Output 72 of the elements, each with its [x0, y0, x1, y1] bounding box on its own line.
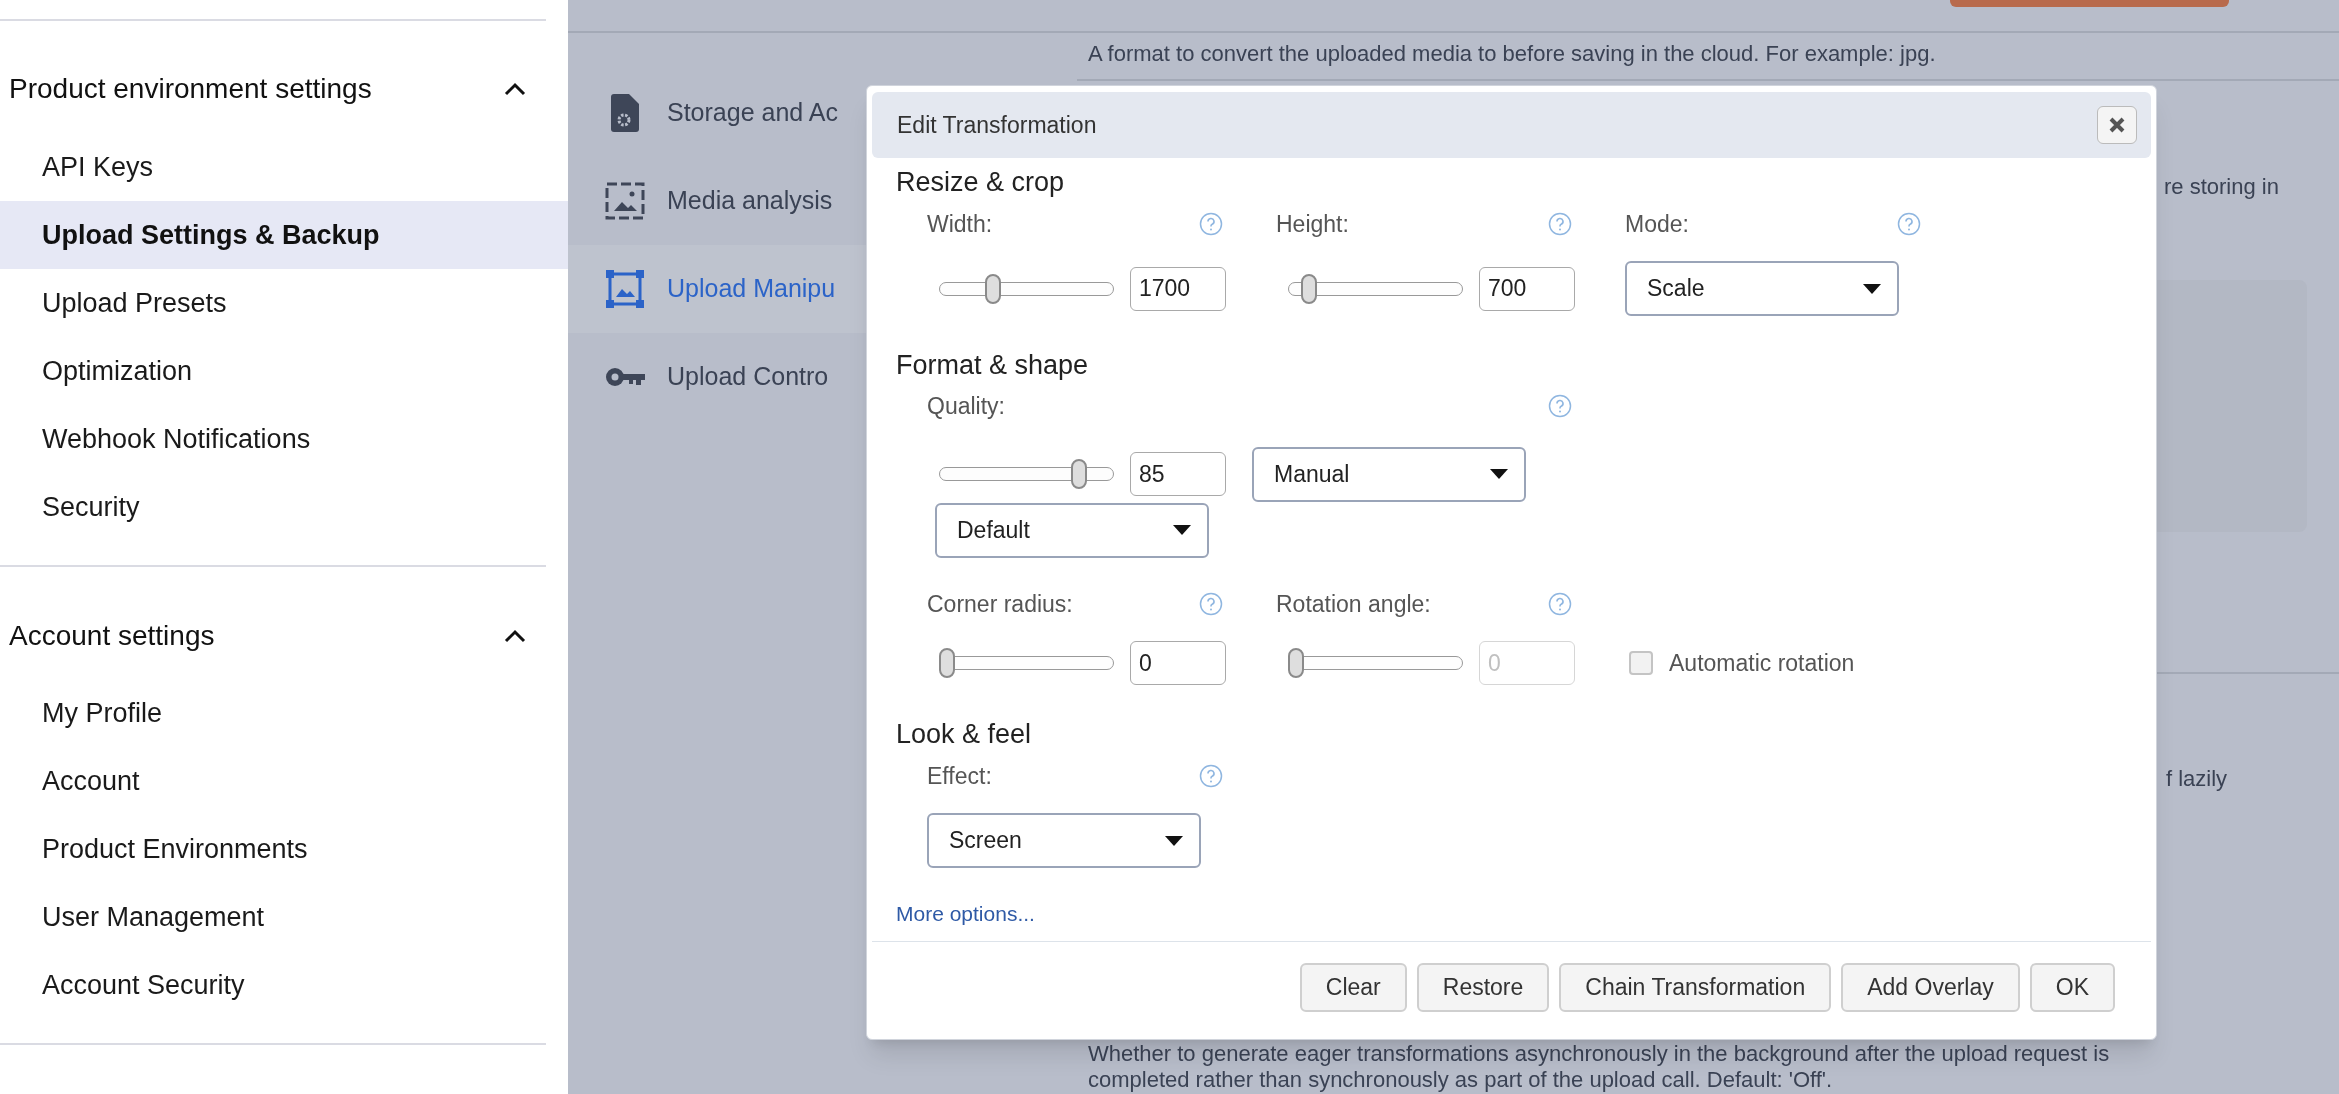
dropdown[interactable]: Scale: [1625, 261, 1899, 316]
key-icon: [605, 365, 645, 389]
sidebar-item[interactable]: Optimization: [0, 337, 568, 405]
slider[interactable]: [939, 648, 1114, 678]
slider-thumb[interactable]: [939, 648, 955, 678]
help-icon[interactable]: [1548, 394, 1572, 418]
caret-icon: [1863, 283, 1881, 294]
field-label: Effect:: [927, 761, 992, 791]
caret-icon: [1173, 525, 1191, 535]
chevron-icon[interactable]: [504, 82, 526, 96]
field-label: Rotation angle:: [1276, 589, 1431, 619]
file-gear-icon: [609, 94, 641, 132]
more-options-link[interactable]: More options...: [896, 902, 1035, 925]
slider[interactable]: [939, 273, 1114, 304]
close-icon: [2109, 117, 2125, 133]
sidebar-item[interactable]: User Management: [0, 883, 568, 951]
description-text: A format to convert the uploaded media to before saving in the cloud. For example: jpg.: [1088, 41, 1936, 67]
image-icon: [605, 182, 645, 220]
sidebar-item[interactable]: Security: [0, 473, 568, 541]
field-label: Width:: [927, 209, 993, 239]
chevron-icon[interactable]: [504, 629, 526, 643]
checkbox[interactable]: [1629, 651, 1653, 675]
sidebar-item[interactable]: Upload Presets: [0, 269, 568, 337]
dropdown[interactable]: Manual: [1252, 446, 1526, 502]
slider[interactable]: [939, 459, 1114, 489]
number-field[interactable]: 0: [1130, 641, 1226, 685]
help-icon[interactable]: [1199, 592, 1223, 616]
number-field[interactable]: 1700: [1130, 266, 1226, 311]
help-icon[interactable]: [1199, 212, 1223, 236]
dialog-title: Edit Transformation: [897, 110, 1097, 140]
section-heading: Product environment settings: [9, 72, 372, 106]
dialog-button[interactable]: Restore: [1416, 963, 1550, 1012]
description-text: Whether to generate eager transformations asynchronously in the background after the upload request is completed rather than synchronously as part of the upload call. Default: 'Off'.: [1088, 1041, 2110, 1093]
section-title: Resize & crop: [896, 166, 1065, 198]
description-text: re storing in: [2164, 174, 2279, 200]
frame-icon: [605, 269, 645, 309]
section-title: Format & shape: [896, 349, 1089, 381]
help-icon[interactable]: [1548, 212, 1572, 236]
dropdown[interactable]: Screen: [927, 813, 1201, 868]
section-heading: Account settings: [9, 619, 215, 653]
help-icon[interactable]: [1897, 212, 1921, 236]
dialog-button[interactable]: Clear: [1299, 963, 1407, 1012]
field-label: Mode:: [1625, 209, 1689, 239]
sidebar-item[interactable]: Account Security: [0, 951, 568, 1019]
help-icon[interactable]: [1548, 592, 1572, 616]
section-title: Look & feel: [896, 718, 1032, 750]
sidebar-item[interactable]: My Profile: [0, 679, 568, 747]
dropdown[interactable]: Default: [935, 502, 1209, 558]
number-field[interactable]: 85: [1130, 452, 1226, 496]
help-icon[interactable]: [1199, 764, 1223, 788]
slider[interactable]: [1288, 273, 1463, 304]
sidebar-item[interactable]: API Keys: [0, 133, 568, 201]
dialog-button[interactable]: OK: [2029, 963, 2115, 1012]
sidebar-item[interactable]: Product Environments: [0, 815, 568, 883]
sidebar-item[interactable]: Webhook Notifications: [0, 405, 568, 473]
number-field[interactable]: 700: [1479, 266, 1575, 311]
slider-thumb[interactable]: [1070, 459, 1087, 489]
field-label: Height:: [1276, 209, 1349, 239]
caret-icon: [1165, 835, 1183, 846]
description-text: f lazily: [2166, 766, 2228, 792]
checkbox-label: Automatic rotation: [1669, 648, 1855, 678]
sidebar-item[interactable]: Upload Settings & Backup: [0, 201, 568, 269]
slider-thumb[interactable]: [985, 273, 1002, 304]
slider-thumb[interactable]: [1300, 273, 1317, 304]
dialog-button[interactable]: Add Overlay: [1841, 963, 2020, 1012]
slider[interactable]: [1288, 648, 1463, 678]
close-button[interactable]: [2097, 106, 2137, 144]
field-label: Corner radius:: [927, 589, 1073, 619]
dialog-button[interactable]: Chain Transformation: [1559, 963, 1832, 1012]
caret-icon: [1490, 469, 1508, 479]
field-label: Quality:: [927, 391, 1005, 421]
sidebar-item[interactable]: Account: [0, 747, 568, 815]
